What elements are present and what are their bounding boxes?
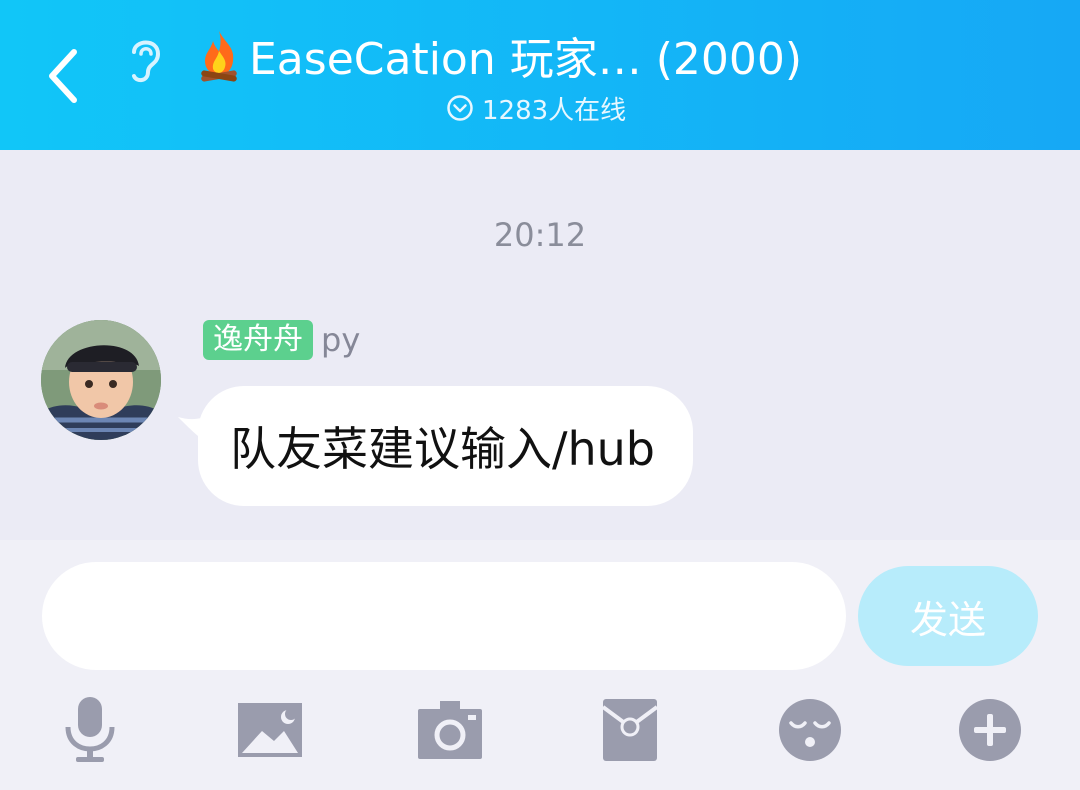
back-button[interactable] — [40, 40, 90, 110]
microphone-icon — [65, 697, 115, 762]
send-button[interactable]: 发送 — [858, 566, 1038, 666]
emoji-button[interactable] — [775, 695, 845, 765]
avatar-photo — [41, 320, 161, 440]
plus-icon — [959, 699, 1021, 761]
red-packet-icon — [601, 699, 659, 761]
camera-icon — [418, 701, 482, 759]
sender-name[interactable]: py — [321, 321, 360, 359]
voice-button[interactable] — [55, 695, 125, 765]
chevron-down-circle-icon — [447, 95, 473, 121]
group-title-text: EaseCation 玩家… (2000) — [249, 34, 803, 85]
more-button[interactable] — [955, 695, 1025, 765]
composer-bar: 发送 — [0, 540, 1080, 790]
chat-header: EaseCation 玩家… (2000) 1283人在线 — [0, 0, 1080, 150]
avatar[interactable] — [41, 320, 161, 440]
ear-icon — [132, 40, 161, 83]
fire-icon — [201, 31, 237, 82]
listen-mode-button[interactable] — [122, 32, 168, 86]
message-bubble[interactable]: 队友菜建议输入/hub — [198, 386, 694, 506]
camera-button[interactable] — [415, 695, 485, 765]
image-icon — [238, 703, 302, 757]
red-packet-button[interactable] — [595, 695, 665, 765]
message-timestamp: 20:12 — [493, 216, 587, 254]
online-count: 1283人在线 — [482, 95, 627, 126]
group-title[interactable]: EaseCation 玩家… (2000) — [195, 22, 855, 88]
message-list[interactable]: 20:12 逸舟舟 py 队友菜建议输入/hub — [0, 150, 1080, 540]
message-input[interactable] — [42, 562, 846, 670]
online-status[interactable]: 1283人在线 — [446, 88, 626, 128]
message-text: 队友菜建议输入/hub — [230, 422, 656, 476]
chevron-left-icon — [49, 49, 77, 103]
sender-title-badge: 逸舟舟 — [203, 320, 313, 360]
sender-info: 逸舟舟 py — [203, 320, 360, 360]
gallery-button[interactable] — [235, 695, 305, 765]
emoji-icon — [779, 699, 841, 761]
